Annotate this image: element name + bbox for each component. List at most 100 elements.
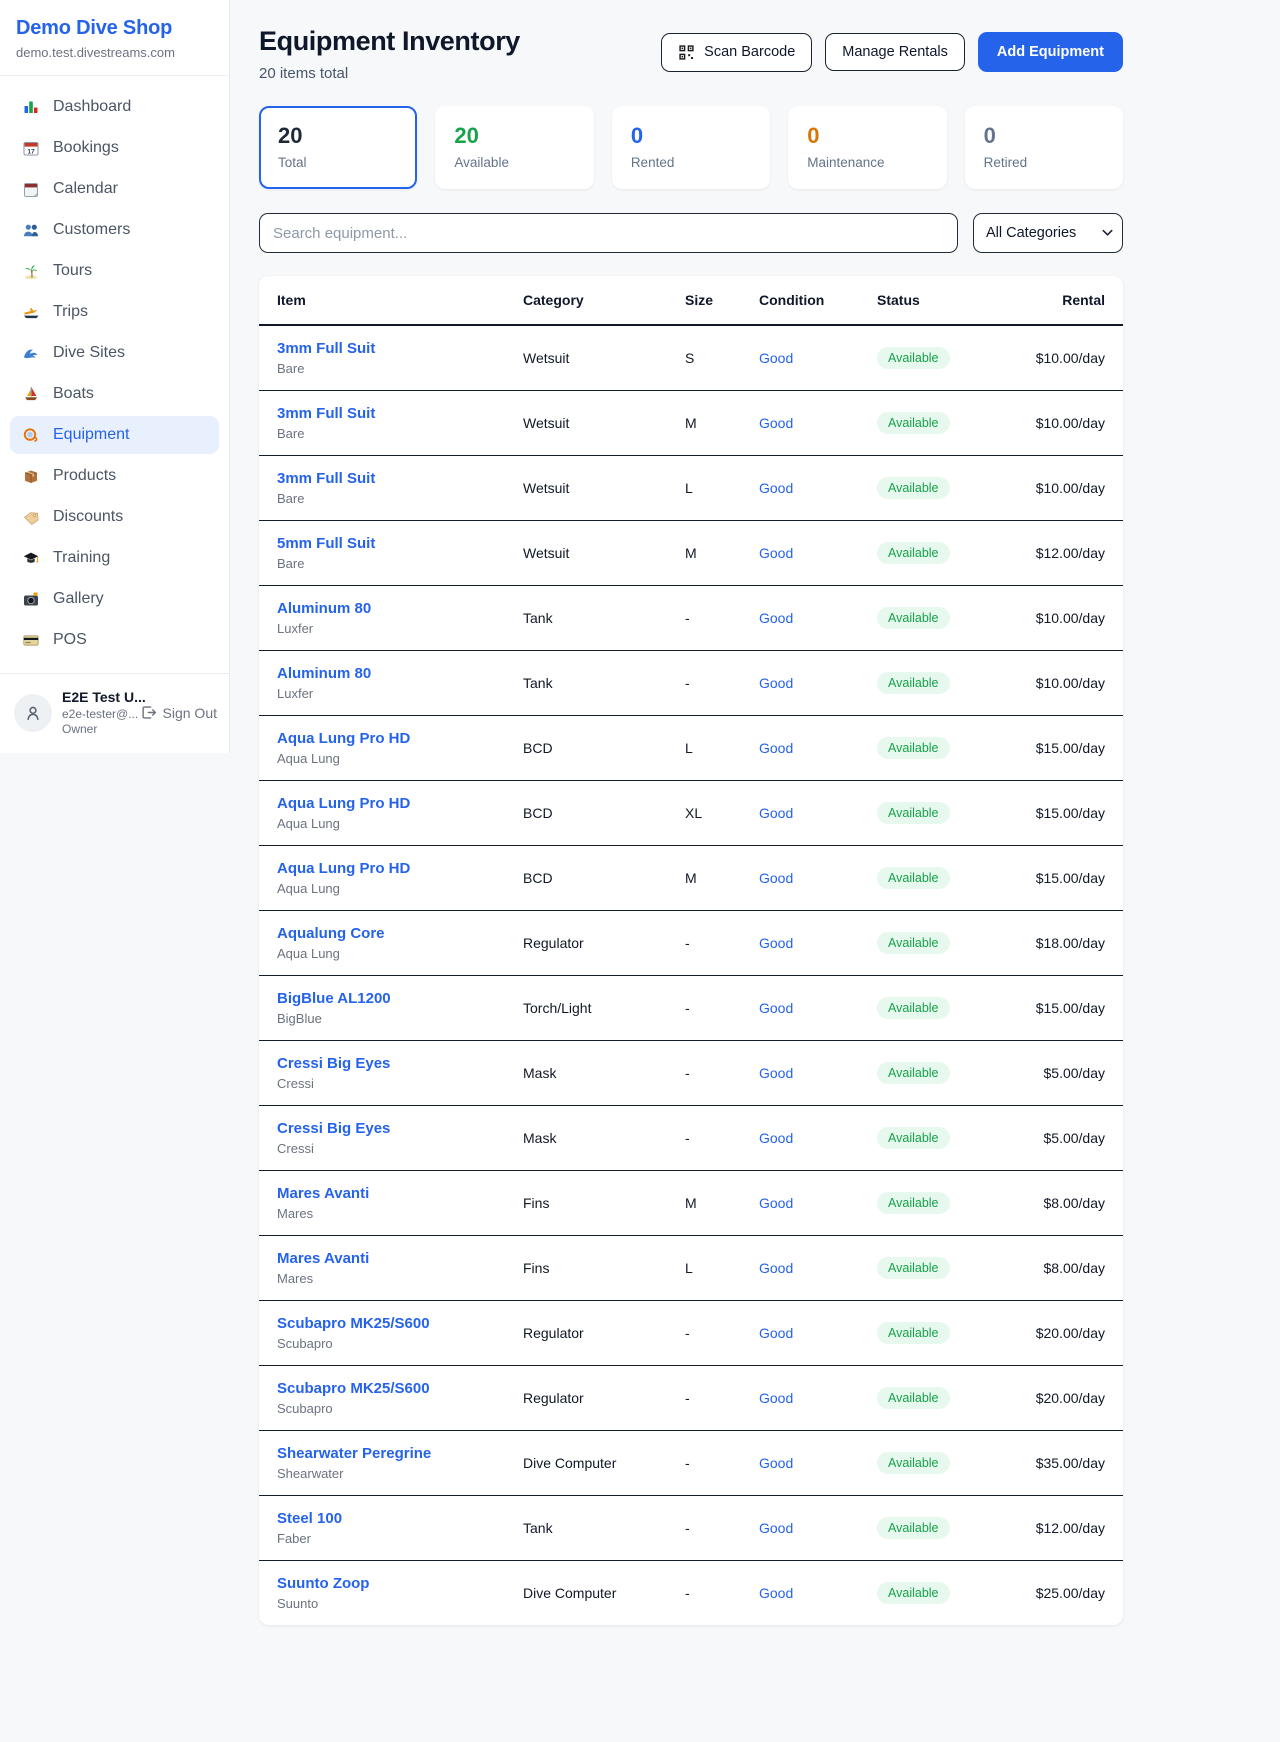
condition-link[interactable]: Good xyxy=(759,740,793,756)
table-header-row: ItemCategorySizeConditionStatusRental xyxy=(259,276,1123,325)
item-name-link[interactable]: Suunto Zoop xyxy=(277,1575,495,1592)
rental-cell: $25.00/day xyxy=(1009,1561,1123,1626)
condition-link[interactable]: Good xyxy=(759,935,793,951)
rental-cell: $15.00/day xyxy=(1009,846,1123,911)
item-name-link[interactable]: Cressi Big Eyes xyxy=(277,1055,495,1072)
item-name-link[interactable]: Mares Avanti xyxy=(277,1250,495,1267)
condition-link[interactable]: Good xyxy=(759,1065,793,1081)
condition-link[interactable]: Good xyxy=(759,1520,793,1536)
sidebar-item-discounts[interactable]: Discounts xyxy=(10,498,219,536)
add-equipment-button[interactable]: Add Equipment xyxy=(978,32,1123,72)
condition-link[interactable]: Good xyxy=(759,1130,793,1146)
item-brand: Aqua Lung xyxy=(277,881,495,896)
condition-cell: Good xyxy=(745,325,863,391)
status-badge: Available xyxy=(877,997,950,1019)
stat-card-maintenance[interactable]: 0Maintenance xyxy=(788,106,946,189)
sidebar-item-boats[interactable]: Boats xyxy=(10,375,219,413)
sidebar-item-dashboard[interactable]: Dashboard xyxy=(10,88,219,126)
category-select[interactable]: All Categories xyxy=(973,213,1123,253)
condition-link[interactable]: Good xyxy=(759,870,793,886)
sidebar-item-gallery[interactable]: Gallery xyxy=(10,580,219,618)
item-name-link[interactable]: 3mm Full Suit xyxy=(277,470,495,487)
search-input[interactable] xyxy=(259,213,958,253)
category-cell: Wetsuit xyxy=(509,325,671,391)
item-brand: Bare xyxy=(277,491,495,506)
table-row: Aqualung CoreAqua LungRegulator-GoodAvai… xyxy=(259,911,1123,976)
category-cell: Tank xyxy=(509,651,671,716)
item-cell: 3mm Full SuitBare xyxy=(259,325,509,391)
condition-link[interactable]: Good xyxy=(759,1000,793,1016)
item-name-link[interactable]: Cressi Big Eyes xyxy=(277,1120,495,1137)
status-cell: Available xyxy=(863,1301,1009,1366)
condition-link[interactable]: Good xyxy=(759,480,793,496)
status-badge: Available xyxy=(877,672,950,694)
item-name-link[interactable]: BigBlue AL1200 xyxy=(277,990,495,1007)
condition-link[interactable]: Good xyxy=(759,545,793,561)
item-name-link[interactable]: Aluminum 80 xyxy=(277,665,495,682)
item-name-link[interactable]: Shearwater Peregrine xyxy=(277,1445,495,1462)
item-name-link[interactable]: 3mm Full Suit xyxy=(277,340,495,357)
condition-link[interactable]: Good xyxy=(759,1455,793,1471)
stat-card-retired[interactable]: 0Retired xyxy=(965,106,1123,189)
size-cell: M xyxy=(671,846,745,911)
item-name-link[interactable]: Aqua Lung Pro HD xyxy=(277,860,495,877)
add-equipment-label: Add Equipment xyxy=(997,44,1104,60)
condition-link[interactable]: Good xyxy=(759,610,793,626)
status-badge: Available xyxy=(877,347,950,369)
sidebar-item-training[interactable]: Training xyxy=(10,539,219,577)
customers-icon xyxy=(22,221,40,239)
condition-link[interactable]: Good xyxy=(759,1390,793,1406)
scan-barcode-button[interactable]: Scan Barcode xyxy=(661,33,812,72)
item-name-link[interactable]: Scubapro MK25/S600 xyxy=(277,1380,495,1397)
rental-cell: $15.00/day xyxy=(1009,781,1123,846)
condition-link[interactable]: Good xyxy=(759,805,793,821)
size-cell: - xyxy=(671,1366,745,1431)
condition-link[interactable]: Good xyxy=(759,1325,793,1341)
item-name-link[interactable]: Aqua Lung Pro HD xyxy=(277,730,495,747)
item-name-link[interactable]: Aluminum 80 xyxy=(277,600,495,617)
item-name-link[interactable]: Steel 100 xyxy=(277,1510,495,1527)
sidebar-item-trips[interactable]: Trips xyxy=(10,293,219,331)
user-section: E2E Test U... e2e-tester@... Owner Sign … xyxy=(0,673,229,751)
rental-cell: $12.00/day xyxy=(1009,521,1123,586)
item-cell: Cressi Big EyesCressi xyxy=(259,1041,509,1106)
sign-out-button[interactable]: Sign Out xyxy=(140,704,217,721)
condition-link[interactable]: Good xyxy=(759,1260,793,1276)
stat-card-available[interactable]: 20Available xyxy=(435,106,593,189)
sidebar-item-bookings[interactable]: 17Bookings xyxy=(10,129,219,167)
sidebar-item-pos[interactable]: POS xyxy=(10,621,219,659)
stat-card-total[interactable]: 20Total xyxy=(259,106,417,189)
stat-card-rented[interactable]: 0Rented xyxy=(612,106,770,189)
item-name-link[interactable]: Mares Avanti xyxy=(277,1185,495,1202)
manage-rentals-button[interactable]: Manage Rentals xyxy=(825,33,965,71)
category-cell: BCD xyxy=(509,781,671,846)
stat-label: Rented xyxy=(631,155,751,170)
sidebar-item-customers[interactable]: Customers xyxy=(10,211,219,249)
sidebar-item-calendar[interactable]: Calendar xyxy=(10,170,219,208)
size-cell: M xyxy=(671,521,745,586)
stat-value: 0 xyxy=(984,123,1104,149)
sidebar-item-tours[interactable]: Tours xyxy=(10,252,219,290)
sidebar-item-equipment[interactable]: Equipment xyxy=(10,416,219,454)
item-name-link[interactable]: Aqualung Core xyxy=(277,925,495,942)
category-cell: Torch/Light xyxy=(509,976,671,1041)
item-name-link[interactable]: 3mm Full Suit xyxy=(277,405,495,422)
condition-link[interactable]: Good xyxy=(759,1585,793,1601)
condition-link[interactable]: Good xyxy=(759,1195,793,1211)
status-cell: Available xyxy=(863,1041,1009,1106)
sidebar-item-dive-sites[interactable]: Dive Sites xyxy=(10,334,219,372)
status-cell: Available xyxy=(863,1171,1009,1236)
table-row: Suunto ZoopSuuntoDive Computer-GoodAvail… xyxy=(259,1561,1123,1626)
user-email: e2e-tester@... xyxy=(62,707,130,721)
item-name-link[interactable]: 5mm Full Suit xyxy=(277,535,495,552)
item-brand: Mares xyxy=(277,1206,495,1221)
condition-cell: Good xyxy=(745,586,863,651)
sidebar-item-products[interactable]: Products xyxy=(10,457,219,495)
table-head: ItemCategorySizeConditionStatusRental xyxy=(259,276,1123,325)
item-name-link[interactable]: Scubapro MK25/S600 xyxy=(277,1315,495,1332)
condition-link[interactable]: Good xyxy=(759,415,793,431)
condition-link[interactable]: Good xyxy=(759,675,793,691)
item-name-link[interactable]: Aqua Lung Pro HD xyxy=(277,795,495,812)
condition-link[interactable]: Good xyxy=(759,350,793,366)
size-cell: L xyxy=(671,456,745,521)
